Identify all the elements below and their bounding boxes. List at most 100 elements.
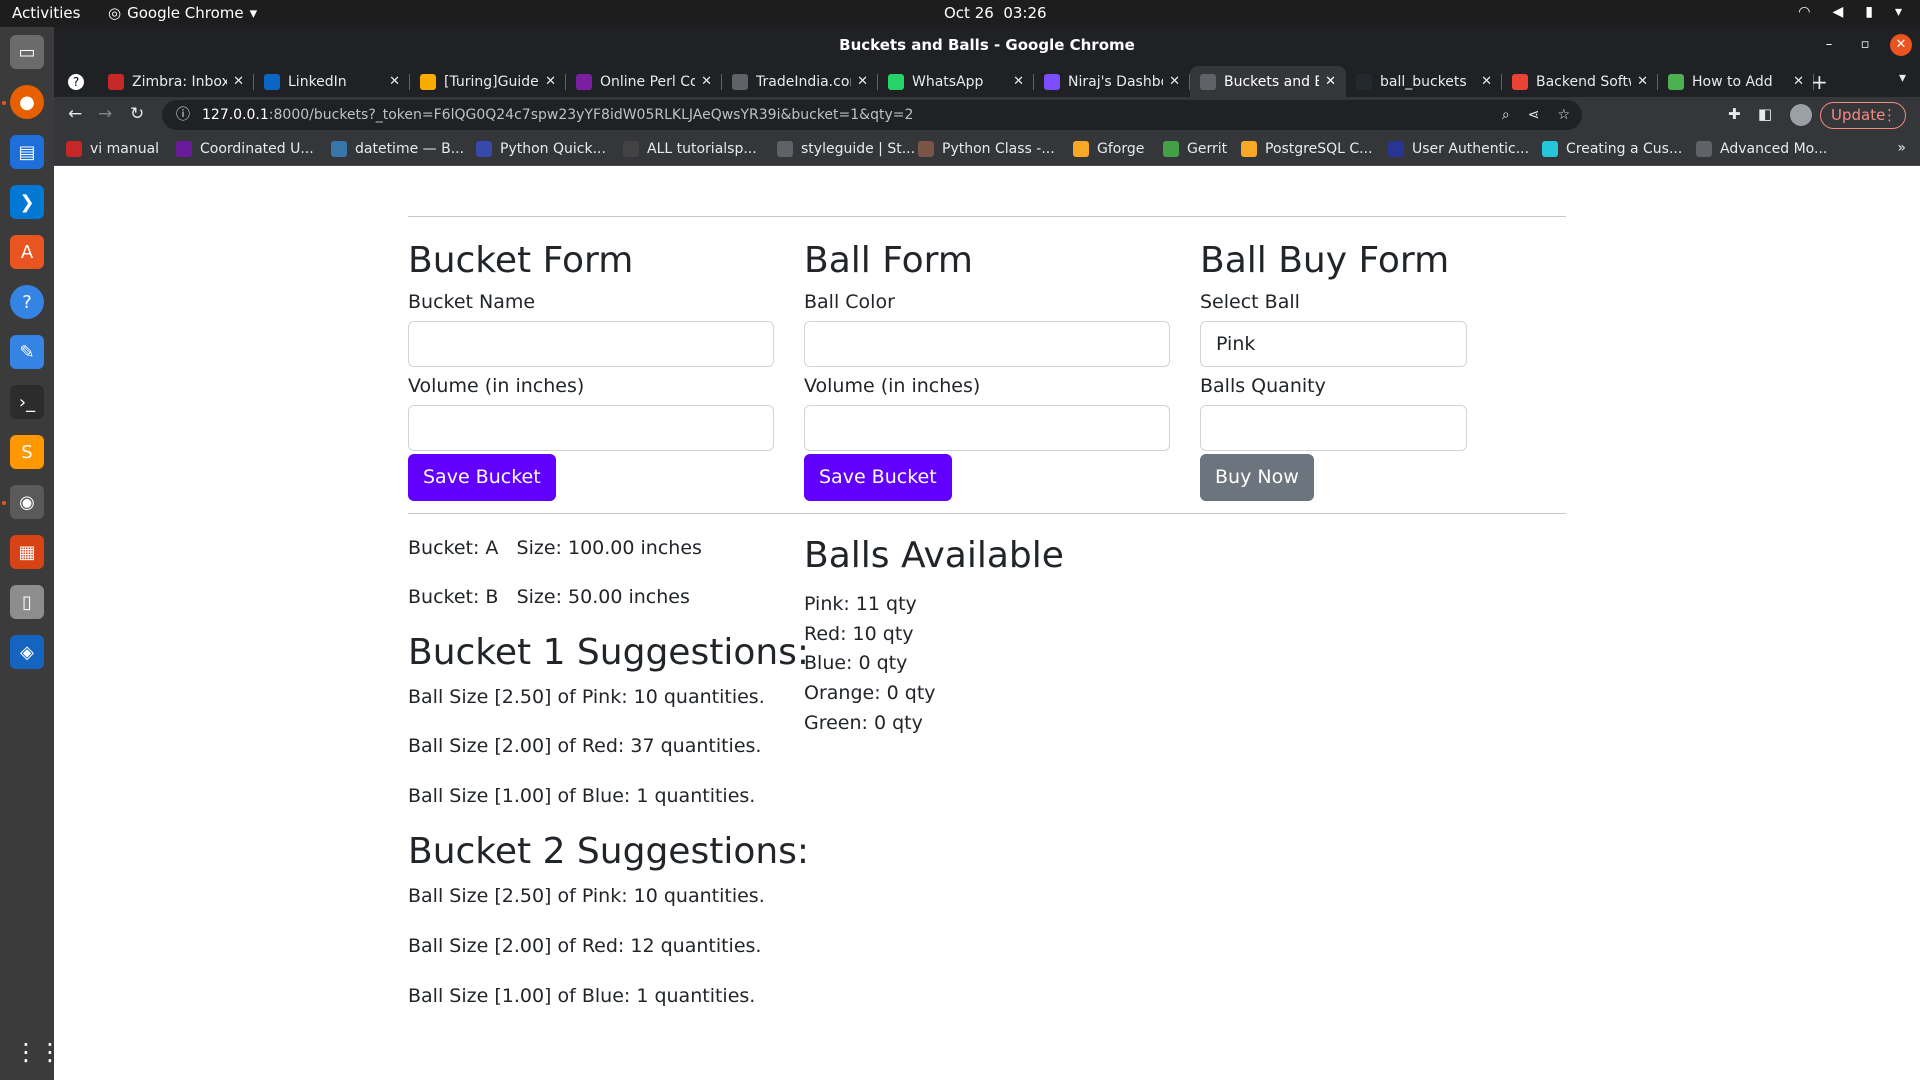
browser-tab[interactable]: WhatsApp ✕: [878, 66, 1034, 97]
bookmark-favicon-icon: [1542, 141, 1558, 157]
tab-close-icon[interactable]: ✕: [857, 74, 868, 89]
bookmark-item[interactable]: User Authentic...: [1388, 141, 1529, 157]
browser-tab[interactable]: LinkedIn ✕: [254, 66, 410, 97]
app-menu[interactable]: ◎ Google Chrome ▾: [108, 4, 257, 22]
bookmark-item[interactable]: Coordinated U...: [176, 141, 314, 157]
bookmark-item[interactable]: Creating a Cus...: [1542, 141, 1682, 157]
bookmark-item[interactable]: ALL tutorialsp...: [623, 141, 757, 157]
tab-close-icon[interactable]: ✕: [701, 74, 712, 89]
bookmark-item[interactable]: styleguide | St...: [777, 141, 915, 157]
browser-tab[interactable]: Online Perl Compiler ✕: [566, 66, 722, 97]
bookmark-item[interactable]: Advanced Mo...: [1696, 141, 1827, 157]
writer-icon[interactable]: ▤: [10, 135, 44, 169]
bookmark-item[interactable]: PostgreSQL C...: [1241, 141, 1373, 157]
tab-label: LinkedIn: [288, 73, 347, 90]
share-icon[interactable]: ⋖: [1528, 100, 1540, 130]
side-panel-icon[interactable]: ◧: [1758, 105, 1772, 123]
browser-tab[interactable]: [Turing]Guide ✕: [410, 66, 566, 97]
tab-close-icon[interactable]: ✕: [1013, 74, 1024, 89]
sublime-icon[interactable]: S: [10, 435, 44, 469]
activities-button[interactable]: Activities: [12, 4, 80, 22]
browser-tab[interactable]: Buckets and Balls ✕: [1190, 66, 1346, 97]
files-icon[interactable]: ▭: [10, 35, 44, 69]
bookmark-item[interactable]: Gerrit: [1163, 141, 1227, 157]
minimize-icon[interactable]: –: [1818, 34, 1840, 56]
whatsapp-icon: [888, 73, 904, 90]
browser-tab[interactable]: Niraj's Dashboard ✕: [1034, 66, 1190, 97]
bucket-2-suggestions-title: Bucket 2 Suggestions:: [408, 831, 810, 872]
address-bar[interactable]: ⓘ 127.0.0.1:8000/buckets?_token=F6lQG0Q2…: [162, 100, 1582, 130]
ball-stock-item: Orange: 0 qty: [804, 682, 936, 704]
buy-now-button[interactable]: Buy Now: [1200, 454, 1314, 501]
more-bookmarks-icon[interactable]: »: [1897, 140, 1906, 156]
bookmark-favicon-icon: [918, 141, 934, 157]
tab-close-icon[interactable]: ✕: [1169, 74, 1180, 89]
avatar[interactable]: [1790, 104, 1812, 126]
balls-quantity-label: Balls Quanity: [1200, 375, 1326, 397]
extensions-icon[interactable]: ✚: [1728, 105, 1741, 123]
bookmark-item[interactable]: Gforge: [1073, 141, 1144, 157]
software-center-icon[interactable]: A: [10, 235, 44, 269]
archive-icon[interactable]: ▯: [10, 585, 44, 619]
window-title: Buckets and Balls - Google Chrome: [839, 36, 1135, 54]
ball-stock-item: Green: 0 qty: [804, 712, 923, 734]
zoom-icon[interactable]: ⌕: [1502, 100, 1510, 130]
bookmark-label: Gerrit: [1187, 141, 1228, 157]
screenshot-icon[interactable]: ▦: [10, 535, 44, 569]
terminal-icon[interactable]: ›_: [10, 385, 44, 419]
balls-quantity-input[interactable]: [1200, 405, 1467, 451]
suggestion-item: Ball Size [2.00] of Red: 12 quantities.: [408, 935, 762, 957]
tab-close-icon[interactable]: ✕: [1481, 74, 1492, 89]
maximize-icon[interactable]: ▫: [1854, 34, 1876, 56]
new-tab-button[interactable]: +: [1811, 70, 1828, 94]
update-button[interactable]: Update ⋮: [1820, 102, 1906, 129]
site-info-icon[interactable]: ⓘ: [176, 100, 190, 130]
tab-close-icon[interactable]: ✕: [1637, 74, 1648, 89]
chrome-icon: ◎: [108, 4, 122, 22]
vscode-icon[interactable]: ❯: [10, 185, 44, 219]
tab-close-icon[interactable]: ✕: [389, 74, 400, 89]
clock[interactable]: Oct 26 03:26: [944, 4, 1047, 22]
reload-icon[interactable]: ↻: [130, 104, 144, 124]
bookmark-item[interactable]: Python Quick...: [476, 141, 606, 157]
browser-tab[interactable]: ball_buckets ✕: [1346, 66, 1502, 97]
running-indicator: [2, 101, 6, 105]
star-icon[interactable]: ☆: [1557, 100, 1570, 130]
help-icon[interactable]: ?: [10, 285, 44, 319]
firefox-icon[interactable]: ●: [10, 85, 44, 119]
dashboard-icon: [1044, 73, 1060, 90]
bookmark-item[interactable]: vi manual: [66, 141, 159, 157]
select-ball-dropdown[interactable]: [1200, 321, 1467, 367]
tab-close-icon[interactable]: ✕: [1793, 74, 1804, 89]
tab-close-icon[interactable]: ✕: [545, 74, 556, 89]
tab-close-icon[interactable]: ✕: [233, 74, 244, 89]
wireshark-icon[interactable]: ◈: [10, 635, 44, 669]
tab-pinned[interactable]: ?: [58, 66, 92, 97]
bookmark-item[interactable]: datetime — B...: [331, 141, 464, 157]
ball-stock-item: Pink: 11 qty: [804, 593, 917, 615]
tab-label: Online Perl Compiler: [600, 73, 696, 90]
bookmark-favicon-icon: [777, 141, 793, 157]
pinned-tab-icon: ?: [68, 73, 84, 90]
tab-close-icon[interactable]: ✕: [1325, 74, 1336, 89]
browser-tab[interactable]: Backend Software ✕: [1502, 66, 1658, 97]
bookmark-item[interactable]: Python Class -...: [918, 141, 1055, 157]
bookmarks-bar: vi manual Coordinated U... datetime — B...…: [54, 133, 1920, 166]
select-ball-label: Select Ball: [1200, 291, 1300, 313]
github-icon: [1356, 73, 1372, 90]
close-icon[interactable]: ✕: [1890, 34, 1912, 56]
text-editor-icon[interactable]: ✎: [10, 335, 44, 369]
browser-tab[interactable]: Zimbra: Inbox ✕: [98, 66, 254, 97]
forward-icon[interactable]: →: [98, 104, 112, 124]
back-icon[interactable]: ←: [68, 104, 82, 124]
address-host: 127.0.0.1: [202, 107, 269, 123]
bookmark-favicon-icon: [1388, 141, 1404, 157]
ball-stock-item: Red: 10 qty: [804, 623, 914, 645]
system-tray[interactable]: ◠ ◀ ▮ ▾: [1798, 4, 1902, 20]
chevron-down-icon: ▾: [249, 4, 258, 22]
bookmark-label: datetime — B...: [355, 141, 465, 157]
tab-search-icon[interactable]: ▾: [1899, 70, 1906, 86]
browser-tab[interactable]: TradeIndia.com ✕: [722, 66, 878, 97]
chrome-dock-icon[interactable]: ◉: [10, 485, 44, 519]
browser-tab[interactable]: How to Add ✕: [1658, 66, 1814, 97]
